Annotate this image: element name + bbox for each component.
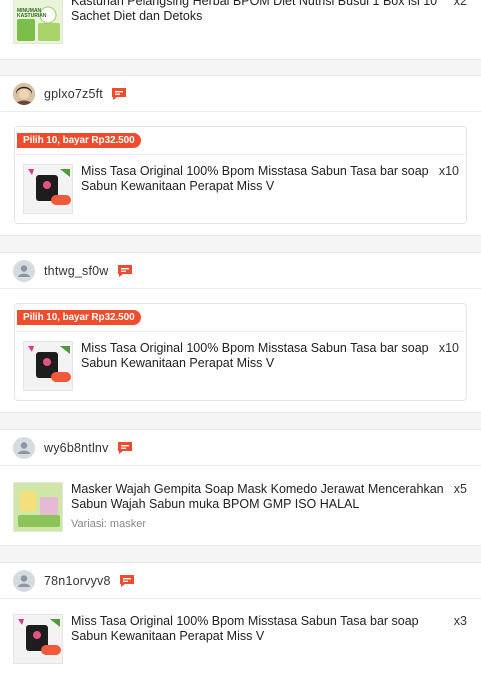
- buyer-row: 78n1orvyv8: [0, 563, 481, 599]
- product-row[interactable]: Masker Wajah Gempita Soap Mask Komedo Je…: [0, 466, 481, 532]
- order-card: MINUMAN KASTURIAN Kasturian Pelangsing H…: [0, 0, 481, 60]
- product-row[interactable]: Miss Tasa Original 100% Bpom Misstasa Sa…: [15, 155, 466, 223]
- username[interactable]: wy6b8ntlnv: [44, 441, 109, 455]
- chat-icon[interactable]: [111, 87, 127, 101]
- product-thumbnail[interactable]: [13, 614, 63, 664]
- promo-header: Pilih 10, bayar Rp32.500: [15, 304, 466, 332]
- order-card: gplxo7z5ft Pilih 10, bayar Rp32.500 Miss…: [0, 75, 481, 236]
- buyer-row: wy6b8ntlnv: [0, 430, 481, 466]
- username[interactable]: thtwg_sf0w: [44, 264, 109, 278]
- product-thumbnail[interactable]: MINUMAN KASTURIAN: [13, 0, 63, 44]
- product-variant: Variasi: masker: [71, 518, 146, 530]
- buyer-row: gplxo7z5ft: [0, 76, 481, 112]
- product-qty: x2: [453, 0, 467, 8]
- user-avatar-default[interactable]: [13, 259, 35, 282]
- promo-bundle-box: Pilih 10, bayar Rp32.500 Miss Tasa Origi…: [14, 303, 467, 401]
- product-name: Miss Tasa Original 100% Bpom Misstasa Sa…: [71, 614, 419, 643]
- username[interactable]: gplxo7z5ft: [44, 87, 103, 101]
- product-thumbnail[interactable]: [13, 482, 63, 532]
- product-qty: x10: [438, 341, 459, 355]
- product-name: Kasturian Pelangsing Herbal BPOM Diet Nu…: [71, 0, 438, 23]
- product-row[interactable]: MINUMAN KASTURIAN Kasturian Pelangsing H…: [0, 0, 481, 44]
- product-name: Masker Wajah Gempita Soap Mask Komedo Je…: [71, 482, 444, 511]
- promo-badge[interactable]: Pilih 10, bayar Rp32.500: [17, 133, 141, 148]
- order-card: thtwg_sf0w Pilih 10, bayar Rp32.500 Miss…: [0, 252, 481, 413]
- product-row[interactable]: Miss Tasa Original 100% Bpom Misstasa Sa…: [0, 599, 481, 664]
- user-avatar-default[interactable]: [13, 436, 35, 459]
- promo-header: Pilih 10, bayar Rp32.500: [15, 127, 466, 155]
- product-qty: x5: [453, 482, 467, 496]
- product-qty: x10: [438, 164, 459, 178]
- order-card: 78n1orvyv8 Miss Tasa Original 100% Bpom …: [0, 562, 481, 684]
- product-name: Miss Tasa Original 100% Bpom Misstasa Sa…: [81, 164, 429, 193]
- buyer-row: thtwg_sf0w: [0, 253, 481, 289]
- product-thumbnail[interactable]: [23, 164, 73, 214]
- promo-badge[interactable]: Pilih 10, bayar Rp32.500: [17, 310, 141, 325]
- product-name: Miss Tasa Original 100% Bpom Misstasa Sa…: [81, 341, 429, 370]
- promo-bundle-box: Pilih 10, bayar Rp32.500 Miss Tasa Origi…: [14, 126, 467, 224]
- product-thumbnail[interactable]: [23, 341, 73, 391]
- product-qty: x3: [453, 614, 467, 628]
- chat-icon[interactable]: [117, 441, 133, 455]
- user-avatar-default[interactable]: [13, 569, 35, 592]
- chat-icon[interactable]: [117, 264, 133, 278]
- order-card: wy6b8ntlnv Masker Wajah Gempita Soap Mas…: [0, 429, 481, 546]
- product-row[interactable]: Miss Tasa Original 100% Bpom Misstasa Sa…: [15, 332, 466, 400]
- thumb-text: MINUMAN KASTURIAN: [17, 8, 47, 19]
- chat-icon[interactable]: [119, 574, 135, 588]
- username[interactable]: 78n1orvyv8: [44, 574, 111, 588]
- user-avatar[interactable]: [13, 82, 35, 105]
